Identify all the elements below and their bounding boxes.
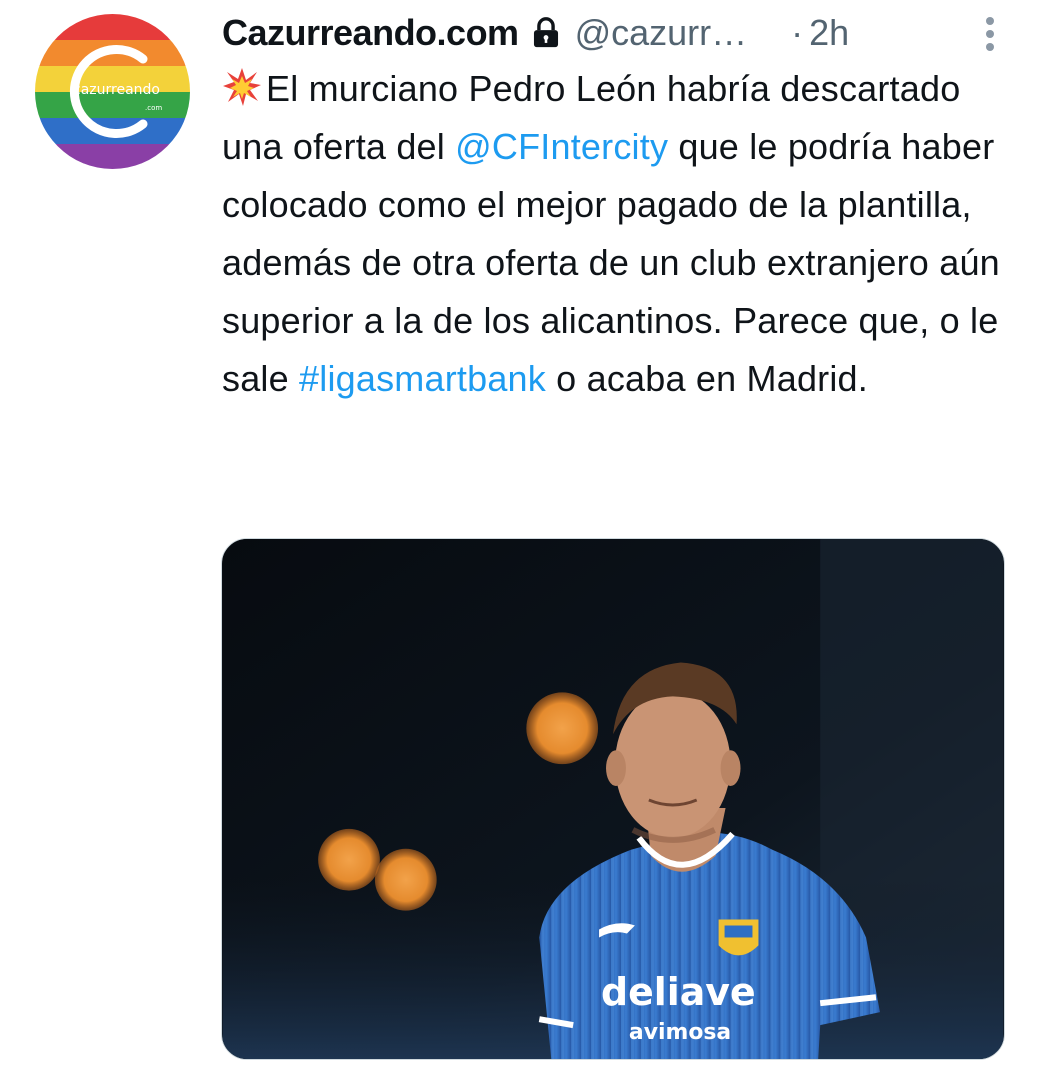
svg-text:.com: .com <box>145 104 162 112</box>
svg-text:avimosa: avimosa <box>629 1020 731 1045</box>
author-display-name[interactable]: Cazurreando.com <box>222 12 519 54</box>
tweet-text: El murciano Pedro León habría descartado… <box>222 60 1022 408</box>
tweet-time[interactable]: 2h <box>809 12 849 54</box>
lock-icon <box>529 16 563 50</box>
avatar[interactable]: cazurreando .com <box>35 14 190 169</box>
separator-dot: · <box>791 12 804 53</box>
tweet-text-segment: o acaba en Madrid. <box>545 358 868 399</box>
vertical-ellipsis-icon[interactable] <box>982 14 998 54</box>
hashtag-link[interactable]: #ligasmartbank <box>299 358 546 399</box>
tweet-media-photo[interactable]: deliave avimosa <box>221 538 1005 1060</box>
mention-link[interactable]: @CFIntercity <box>455 126 668 167</box>
author-handle[interactable]: @cazurr… <box>575 12 748 54</box>
svg-text:cazurreando: cazurreando <box>73 82 160 98</box>
svg-text:deliave: deliave <box>601 970 756 1014</box>
collision-emoji-icon <box>222 67 262 107</box>
tweet-header: Cazurreando.com @cazurr… · 2h <box>222 8 1002 58</box>
